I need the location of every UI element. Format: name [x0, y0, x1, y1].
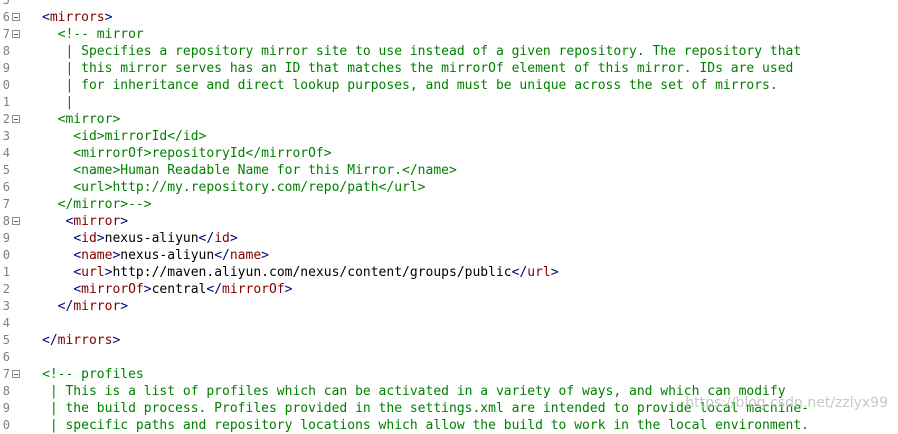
watermark: https://blog.csdn.net/zzlyx99 — [685, 395, 888, 411]
line-number: 6 — [2, 180, 10, 194]
fold-toggle-icon[interactable] — [12, 217, 20, 225]
code-line[interactable]: 2 <mirrorOf>central</mirrorOf> — [0, 281, 898, 298]
code-line[interactable]: 4 <mirrorOf>repositoryId</mirrorOf> — [0, 145, 898, 162]
code-text: <mirrors> — [42, 10, 113, 25]
line-number: 1 — [2, 265, 10, 279]
code-text: <url>http://my.repository.com/repo/path<… — [42, 180, 426, 195]
code-line[interactable]: 6 <url>http://my.repository.com/repo/pat… — [0, 179, 898, 196]
line-number: 9 — [2, 61, 10, 75]
code-line[interactable]: 9 | this mirror serves has an ID that ma… — [0, 60, 898, 77]
code-text: </mirror>--> — [42, 197, 152, 212]
code-text: </mirror> — [57, 299, 129, 314]
code-line[interactable]: 9 <id>nexus-aliyun</id> — [0, 230, 898, 247]
line-number: 7 — [2, 197, 10, 211]
code-text: <mirror> — [42, 112, 121, 127]
line-number: 7 — [2, 27, 10, 41]
code-line[interactable]: 1 | — [0, 94, 898, 111]
code-text: <mirrorOf>repositoryId</mirrorOf> — [42, 146, 332, 161]
code-line[interactable]: 4 — [0, 315, 898, 332]
code-line[interactable]: 6 <mirrors> — [0, 9, 898, 26]
code-text: <name>Human Readable Name for this Mirro… — [42, 163, 457, 178]
code-text: <url>http://maven.aliyun.com/nexus/conte… — [73, 265, 559, 280]
line-number: 5 — [2, 333, 10, 347]
code-line[interactable]: 2 <mirror> — [0, 111, 898, 128]
code-line[interactable]: 3 </mirror> — [0, 298, 898, 315]
line-number: 0 — [2, 78, 10, 92]
code-line[interactable]: 7 <!-- mirror — [0, 26, 898, 43]
code-text: <name>nexus-aliyun</name> — [73, 248, 269, 263]
line-number: 8 — [2, 214, 10, 228]
code-text: | specific paths and repository location… — [42, 418, 810, 433]
code-line[interactable]: 8 | Specifies a repository mirror site t… — [0, 43, 898, 60]
code-editor[interactable]: 5 6 <mirrors> 7 <!-- mirror 8 | Specifies a … — [0, 0, 898, 434]
code-text: | — [42, 95, 74, 110]
line-number: 9 — [2, 231, 10, 245]
code-line[interactable]: 6 — [0, 349, 898, 366]
code-text: </mirrors> — [42, 333, 121, 348]
code-text: | This is a list of profiles which can b… — [42, 384, 786, 399]
code-line[interactable]: 5 — [0, 0, 898, 9]
code-line[interactable]: 5 <name>Human Readable Name for this Mir… — [0, 162, 898, 179]
line-number: 1 — [2, 95, 10, 109]
line-number: 0 — [2, 248, 10, 262]
code-text: <id>nexus-aliyun</id> — [73, 231, 238, 246]
code-line[interactable]: 5 </mirrors> — [0, 332, 898, 349]
line-number: 5 — [2, 163, 10, 177]
line-number: 3 — [2, 129, 10, 143]
code-line[interactable]: 0 <name>nexus-aliyun</name> — [0, 247, 898, 264]
code-text: | Specifies a repository mirror site to … — [42, 44, 802, 59]
code-text: | for inheritance and direct lookup purp… — [42, 78, 778, 93]
line-number: 2 — [2, 112, 10, 126]
line-number: 5 — [2, 0, 10, 7]
fold-toggle-icon[interactable] — [12, 115, 20, 123]
fold-toggle-icon[interactable] — [12, 30, 20, 38]
line-number: 3 — [2, 299, 10, 313]
code-text: <mirrorOf>central</mirrorOf> — [73, 282, 293, 297]
code-line[interactable]: 7 </mirror>--> — [0, 196, 898, 213]
code-text: <id>mirrorId</id> — [42, 129, 207, 144]
code-line[interactable]: 1 <url>http://maven.aliyun.com/nexus/con… — [0, 264, 898, 281]
line-number: 6 — [2, 10, 10, 24]
code-text: <!-- mirror — [42, 27, 144, 42]
line-number: 0 — [2, 418, 10, 432]
code-text: | this mirror serves has an ID that matc… — [42, 61, 794, 76]
code-line[interactable]: 0 | for inheritance and direct lookup pu… — [0, 77, 898, 94]
line-number: 6 — [2, 350, 10, 364]
code-line[interactable]: 8 <mirror> — [0, 213, 898, 230]
line-number: 8 — [2, 44, 10, 58]
line-number: 8 — [2, 384, 10, 398]
fold-toggle-icon[interactable] — [12, 370, 20, 378]
code-text: <mirror> — [65, 214, 129, 229]
code-line[interactable]: 0 | specific paths and repository locati… — [0, 417, 898, 434]
line-number: 7 — [2, 367, 10, 381]
line-number: 4 — [2, 316, 10, 330]
line-number: 9 — [2, 401, 10, 415]
line-number: 2 — [2, 282, 10, 296]
fold-toggle-icon[interactable] — [12, 13, 20, 21]
code-line[interactable]: 7 <!-- profiles — [0, 366, 898, 383]
line-number: 4 — [2, 146, 10, 160]
code-line[interactable]: 3 <id>mirrorId</id> — [0, 128, 898, 145]
code-text: <!-- profiles — [42, 367, 144, 382]
